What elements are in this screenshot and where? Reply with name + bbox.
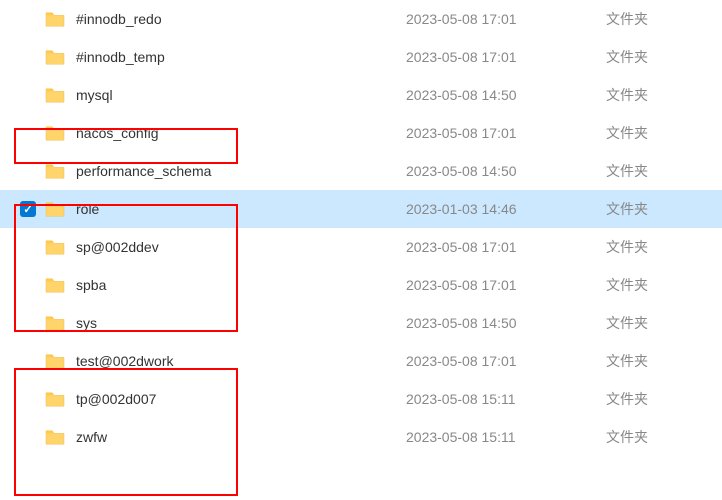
- folder-icon: [44, 124, 66, 142]
- file-type: 文件夹: [606, 427, 648, 447]
- file-date: 2023-05-08 14:50: [406, 163, 606, 179]
- table-row[interactable]: tp@002d0072023-05-08 15:11文件夹: [0, 380, 722, 418]
- file-date: 2023-05-08 15:11: [406, 391, 606, 407]
- folder-icon: [44, 86, 66, 104]
- folder-icon: [44, 390, 66, 408]
- file-date: 2023-05-08 17:01: [406, 239, 606, 255]
- table-row[interactable]: nacos_config2023-05-08 17:01文件夹: [0, 114, 722, 152]
- table-row[interactable]: test@002dwork2023-05-08 17:01文件夹: [0, 342, 722, 380]
- file-name: nacos_config: [76, 125, 406, 141]
- file-date: 2023-05-08 17:01: [406, 125, 606, 141]
- file-name: performance_schema: [76, 163, 406, 179]
- folder-icon: [44, 10, 66, 28]
- file-type: 文件夹: [606, 123, 648, 143]
- checkbox[interactable]: [20, 201, 36, 217]
- folder-icon: [44, 48, 66, 66]
- file-date: 2023-01-03 14:46: [406, 201, 606, 217]
- file-type: 文件夹: [606, 9, 648, 29]
- file-type: 文件夹: [606, 237, 648, 257]
- table-row[interactable]: performance_schema2023-05-08 14:50文件夹: [0, 152, 722, 190]
- file-type: 文件夹: [606, 275, 648, 295]
- file-date: 2023-05-08 17:01: [406, 353, 606, 369]
- file-type: 文件夹: [606, 199, 648, 219]
- file-name: sys: [76, 315, 406, 331]
- file-name: sp@002ddev: [76, 239, 406, 255]
- file-date: 2023-05-08 17:01: [406, 11, 606, 27]
- file-name: spba: [76, 277, 406, 293]
- folder-icon: [44, 428, 66, 446]
- file-name: tp@002d007: [76, 391, 406, 407]
- table-row[interactable]: mysql2023-05-08 14:50文件夹: [0, 76, 722, 114]
- file-type: 文件夹: [606, 85, 648, 105]
- file-type: 文件夹: [606, 161, 648, 181]
- file-name: zwfw: [76, 429, 406, 445]
- file-date: 2023-05-08 17:01: [406, 277, 606, 293]
- table-row[interactable]: zwfw2023-05-08 15:11文件夹: [0, 418, 722, 456]
- file-type: 文件夹: [606, 313, 648, 333]
- folder-icon: [44, 276, 66, 294]
- table-row[interactable]: role2023-01-03 14:46文件夹: [0, 190, 722, 228]
- file-name: role: [76, 201, 406, 217]
- folder-icon: [44, 162, 66, 180]
- folder-icon: [44, 200, 66, 218]
- table-row[interactable]: sys2023-05-08 14:50文件夹: [0, 304, 722, 342]
- table-row[interactable]: spba2023-05-08 17:01文件夹: [0, 266, 722, 304]
- table-row[interactable]: #innodb_redo2023-05-08 17:01文件夹: [0, 0, 722, 38]
- file-name: test@002dwork: [76, 353, 406, 369]
- file-date: 2023-05-08 17:01: [406, 49, 606, 65]
- file-name: #innodb_temp: [76, 49, 406, 65]
- folder-icon: [44, 238, 66, 256]
- file-date: 2023-05-08 14:50: [406, 87, 606, 103]
- file-type: 文件夹: [606, 47, 648, 67]
- table-row[interactable]: #innodb_temp2023-05-08 17:01文件夹: [0, 38, 722, 76]
- file-date: 2023-05-08 14:50: [406, 315, 606, 331]
- file-type: 文件夹: [606, 389, 648, 409]
- folder-icon: [44, 314, 66, 332]
- file-name: mysql: [76, 87, 406, 103]
- file-list: #innodb_redo2023-05-08 17:01文件夹#innodb_t…: [0, 0, 722, 456]
- table-row[interactable]: sp@002ddev2023-05-08 17:01文件夹: [0, 228, 722, 266]
- file-name: #innodb_redo: [76, 11, 406, 27]
- file-date: 2023-05-08 15:11: [406, 429, 606, 445]
- file-type: 文件夹: [606, 351, 648, 371]
- folder-icon: [44, 352, 66, 370]
